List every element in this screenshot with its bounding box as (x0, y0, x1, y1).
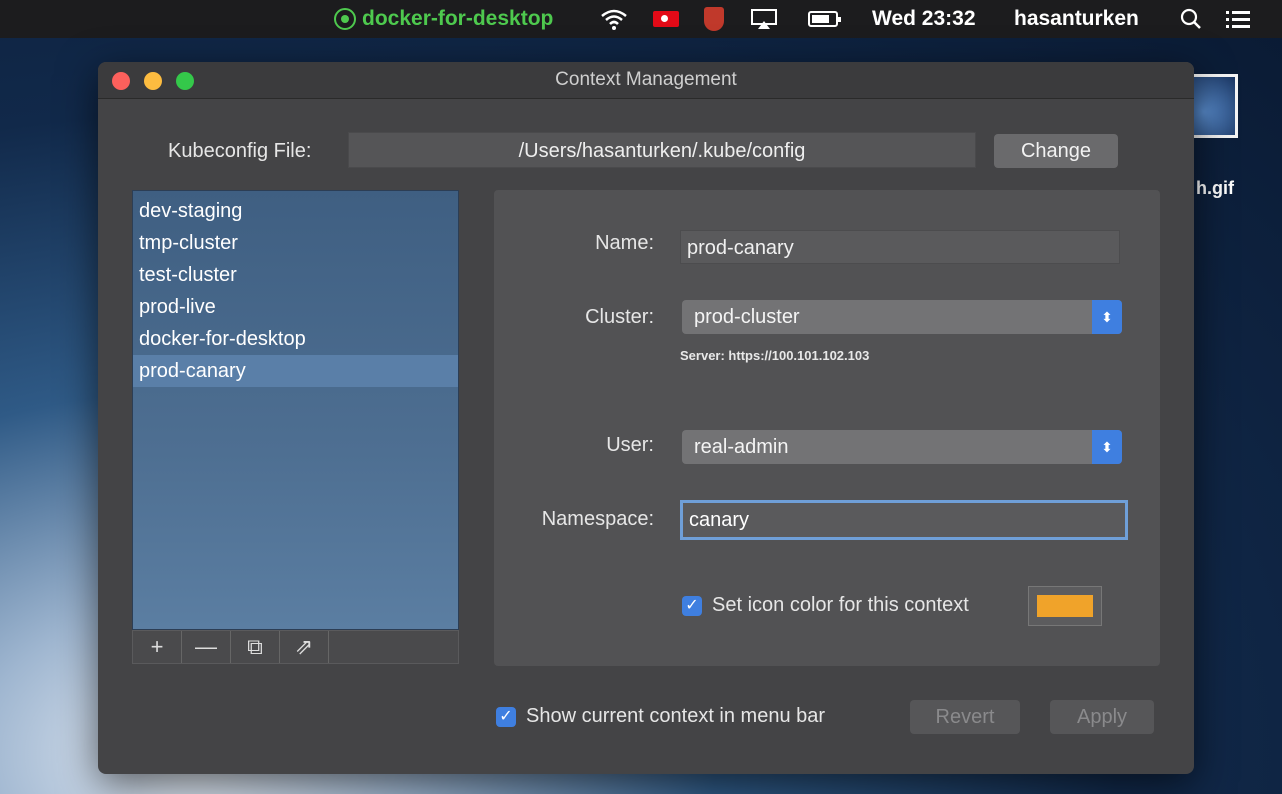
menu-bar: docker-for-desktop Wed 23:32 hasanturken (0, 0, 1282, 38)
context-list-item-selected[interactable]: prod-canary (133, 355, 458, 387)
server-url: Server: https://100.101.102.103 (680, 348, 870, 363)
change-button[interactable]: Change (994, 134, 1118, 168)
cluster-popup-value: prod-cluster (694, 306, 800, 328)
user-popup-value: real-admin (694, 436, 789, 458)
remove-context-button[interactable]: — (182, 631, 231, 663)
user-popup[interactable]: real-admin ⬍ (682, 430, 1122, 464)
name-field[interactable]: prod-canary (680, 230, 1120, 264)
icon-color-checkbox-label[interactable]: Set icon color for this context (712, 594, 969, 617)
popup-arrows-icon: ⬍ (1092, 300, 1122, 334)
notification-list-icon[interactable] (1226, 0, 1250, 38)
cluster-popup[interactable]: prod-cluster ⬍ (682, 300, 1122, 334)
context-list-item[interactable]: prod-live (133, 291, 458, 323)
window-title: Context Management (555, 69, 737, 90)
user-label: User: (606, 434, 654, 456)
context-list-item[interactable]: dev-staging (133, 195, 458, 227)
context-list[interactable]: dev-staging tmp-cluster test-cluster pro… (132, 190, 459, 630)
title-bar[interactable]: Context Management (98, 62, 1194, 99)
namespace-label: Namespace: (541, 508, 654, 530)
menu-clock[interactable]: Wed 23:32 (872, 0, 976, 38)
context-menu-extra[interactable]: docker-for-desktop (334, 0, 553, 38)
export-context-button[interactable]: ⇗ (280, 631, 329, 663)
menu-user-name[interactable]: hasanturken (1014, 0, 1139, 38)
context-list-item[interactable]: test-cluster (133, 259, 458, 291)
icon-color-checkbox[interactable]: ✓ (682, 596, 702, 616)
wifi-icon[interactable] (600, 0, 628, 38)
spotlight-search-icon[interactable] (1180, 0, 1202, 38)
icon-color-well[interactable] (1028, 586, 1102, 626)
show-in-menubar-checkbox[interactable]: ✓ (496, 707, 516, 727)
apply-button[interactable]: Apply (1050, 700, 1154, 734)
context-list-item[interactable]: docker-for-desktop (133, 323, 458, 355)
desktop-file-label[interactable]: h.gif (1196, 178, 1234, 199)
airplay-icon[interactable] (750, 0, 778, 38)
add-context-button[interactable]: + (133, 631, 182, 663)
duplicate-context-button[interactable]: ⧉ (231, 631, 280, 663)
battery-icon[interactable] (808, 0, 841, 38)
context-list-item[interactable]: tmp-cluster (133, 227, 458, 259)
context-management-window: Context Management Kubeconfig File: /Use… (98, 62, 1194, 774)
name-label: Name: (595, 232, 654, 254)
icon-color-swatch (1037, 595, 1093, 617)
show-in-menubar-label[interactable]: Show current context in menu bar (526, 705, 825, 728)
revert-button[interactable]: Revert (910, 700, 1020, 734)
context-list-toolbar: + — ⧉ ⇗ (132, 630, 459, 664)
kubeconfig-label: Kubeconfig File: (168, 140, 312, 162)
cluster-label: Cluster: (585, 306, 654, 328)
mcafee-shield-icon[interactable] (704, 0, 724, 38)
turkish-flag-icon[interactable] (653, 0, 679, 38)
kubernetes-icon (334, 8, 356, 30)
namespace-field[interactable]: canary (680, 500, 1128, 540)
context-detail-panel: Name: prod-canary Cluster: prod-cluster … (494, 190, 1160, 666)
kubeconfig-path-field[interactable]: /Users/hasanturken/.kube/config (348, 132, 976, 168)
popup-arrows-icon: ⬍ (1092, 430, 1122, 464)
current-context-label: docker-for-desktop (362, 7, 554, 30)
